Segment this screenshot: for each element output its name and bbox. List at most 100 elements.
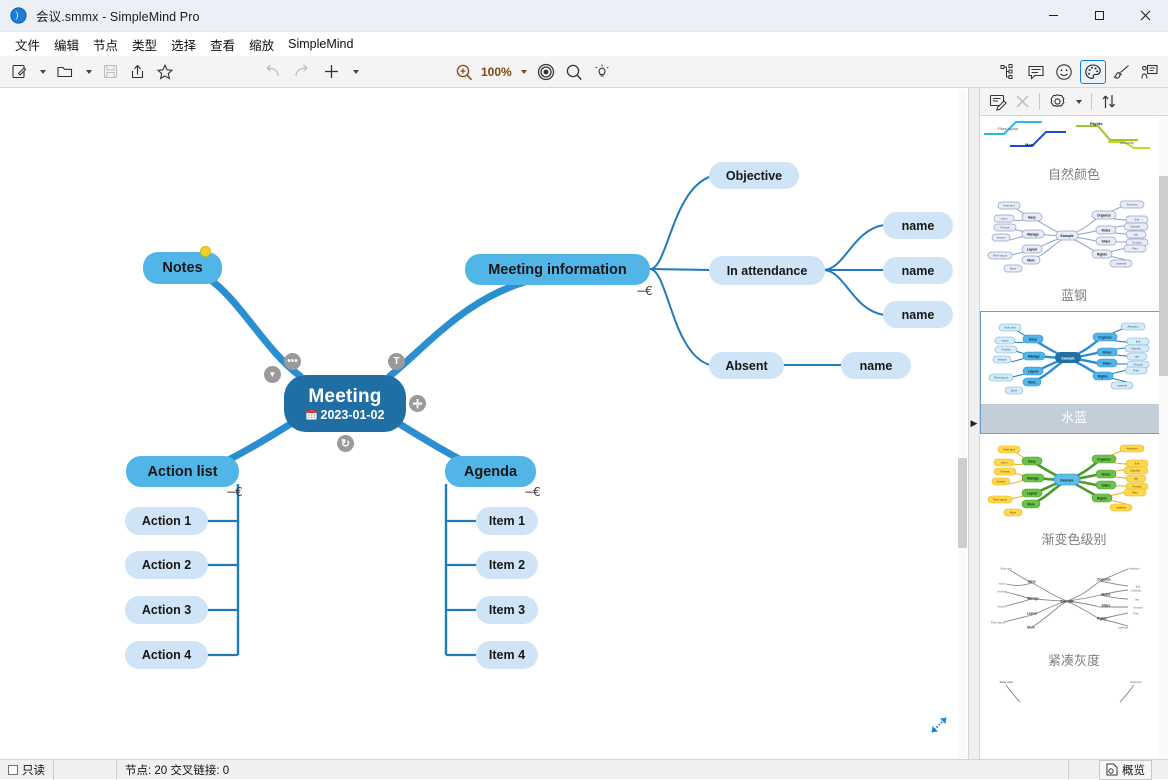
panel-scrollbar-thumb[interactable] (1159, 176, 1168, 376)
handle-rotate-icon[interactable]: ↻ (337, 435, 354, 452)
readonly-checkbox[interactable]: 只读 (0, 760, 53, 780)
svg-text:Layout: Layout (1027, 492, 1038, 496)
theme-item-bluesteel[interactable]: ExampleEasyManage LayoutMore OrganizeNot… (980, 190, 1168, 311)
collapse-handle-meeting-information[interactable]: −€ (636, 284, 652, 298)
open-folder-dropdown[interactable] (81, 60, 95, 84)
lightbulb-icon[interactable] (590, 60, 614, 84)
presentation-icon[interactable] (1138, 60, 1162, 84)
node-attendee-3[interactable]: name (883, 301, 953, 328)
menu-edit[interactable]: 编辑 (47, 33, 86, 56)
node-in-attendance[interactable]: In attendance (709, 256, 825, 285)
menu-simplemind[interactable]: SimpleMind (281, 35, 360, 53)
smiley-icon[interactable] (1052, 60, 1076, 84)
outline-icon[interactable] (996, 60, 1020, 84)
maximize-button[interactable] (1076, 0, 1122, 32)
node-item-3[interactable]: Item 3 (476, 596, 538, 624)
node-action-1-label: Action 1 (142, 514, 191, 528)
gear-dropdown[interactable] (1070, 91, 1086, 113)
node-attendee-2[interactable]: name (883, 257, 953, 284)
export-button[interactable] (126, 60, 149, 84)
handle-ellipsis-icon[interactable]: ••• (284, 353, 301, 370)
new-document-button[interactable] (8, 60, 31, 84)
zoom-dropdown[interactable] (516, 60, 530, 84)
close-icon[interactable] (1011, 91, 1034, 113)
theme-thumbnail-grayscale: Example EasyManage LayoutMore OrganizeNo… (980, 555, 1154, 647)
svg-text:Notes: Notes (1102, 593, 1111, 597)
palette-icon[interactable] (1080, 60, 1106, 84)
node-action-1[interactable]: Action 1 (125, 507, 208, 535)
redo-button[interactable] (289, 60, 315, 84)
sort-icon[interactable] (1097, 91, 1121, 113)
style-editor-icon[interactable] (985, 91, 1011, 113)
note-icon[interactable] (1024, 60, 1048, 84)
note-badge-icon[interactable] (200, 246, 211, 257)
menu-file[interactable]: 文件 (8, 33, 47, 56)
panel-splitter[interactable]: ▶ (968, 88, 980, 759)
menu-type[interactable]: 类型 (125, 33, 164, 56)
node-action-3[interactable]: Action 3 (125, 596, 208, 624)
node-agenda[interactable]: Agenda (445, 456, 536, 487)
handle-collapse-down-icon[interactable]: ▼ (264, 366, 281, 383)
close-button[interactable] (1122, 0, 1168, 32)
new-document-dropdown[interactable] (35, 60, 49, 84)
collapse-handle-action-list[interactable]: −€ (226, 485, 242, 499)
svg-text:Example: Example (1060, 600, 1073, 604)
svg-text:Attention: Attention (1130, 680, 1142, 684)
node-absent-1[interactable]: name (841, 352, 911, 379)
menu-node[interactable]: 节点 (86, 33, 125, 56)
undo-button[interactable] (259, 60, 285, 84)
node-notes[interactable]: Notes (143, 252, 222, 284)
svg-text:link: link (1135, 462, 1140, 466)
handle-topic-icon[interactable]: T (388, 353, 405, 370)
root-date: 2023-01-02 (306, 408, 385, 422)
svg-text:Format: Format (1133, 485, 1142, 489)
handle-add-icon[interactable]: ✛ (409, 395, 426, 412)
zoom-in-icon[interactable] (452, 60, 476, 84)
search-icon[interactable] (562, 60, 586, 84)
node-meeting-information[interactable]: Meeting information (465, 254, 650, 285)
node-action-list[interactable]: Action list (126, 456, 239, 487)
add-node-dropdown[interactable] (348, 60, 362, 84)
theme-item-next[interactable]: Note and Attention (980, 676, 1168, 706)
svg-text:Share: Share (1102, 604, 1111, 608)
menu-view[interactable]: 查看 (203, 33, 242, 56)
node-attendee-1[interactable]: name (883, 212, 953, 239)
handle-ellipsis-glyph: ••• (287, 356, 298, 367)
svg-text:Layout: Layout (1027, 612, 1038, 616)
node-item-4[interactable]: Item 4 (476, 641, 538, 669)
brush-icon[interactable] (1110, 60, 1134, 84)
svg-text:material: material (1118, 626, 1128, 630)
readonly-checkbox-box[interactable] (8, 765, 18, 775)
node-absent[interactable]: Absent (709, 352, 784, 379)
theme-item-grayscale[interactable]: Example EasyManage LayoutMore OrganizeNo… (980, 555, 1168, 676)
node-objective[interactable]: Objective (709, 162, 799, 189)
svg-text:Layout: Layout (1027, 248, 1038, 252)
star-icon[interactable] (153, 60, 177, 84)
collapse-handle-agenda[interactable]: −€ (524, 485, 540, 499)
theme-list[interactable]: Files layout More Rights security 自然颜色 (980, 116, 1168, 759)
overview-button[interactable]: 概览 (1099, 760, 1152, 780)
open-folder-button[interactable] (53, 60, 77, 84)
node-action-4[interactable]: Action 4 (125, 641, 208, 669)
add-node-button[interactable] (319, 60, 344, 84)
node-item-2[interactable]: Item 2 (476, 551, 538, 579)
theme-item-aqua[interactable]: Example EasyManage LayoutMore OrganizeNo… (980, 311, 1168, 434)
theme-item-gradient[interactable]: Example EasyManage LayoutMore OrganizeNo… (980, 434, 1168, 555)
mindmap-canvas[interactable]: Meeting 2023-01-02 ••• T ▼ ✛ ↻ (0, 88, 968, 759)
node-count-label: 节点: 20 交叉链接: 0 (117, 760, 237, 780)
svg-text:Organize: Organize (1097, 458, 1111, 462)
splitter-collapse-arrow[interactable]: ▶ (971, 418, 978, 429)
node-absent-1-label: name (860, 359, 893, 373)
save-button[interactable] (99, 60, 122, 84)
node-objective-label: Objective (726, 169, 782, 183)
node-meeting-root[interactable]: Meeting 2023-01-02 (284, 375, 406, 432)
node-item-1[interactable]: Item 1 (476, 507, 538, 535)
node-action-2[interactable]: Action 2 (125, 551, 208, 579)
svg-text:branch: branch (997, 236, 1006, 240)
gear-icon[interactable] (1045, 91, 1070, 113)
menu-select[interactable]: 选择 (164, 33, 203, 56)
menu-zoom[interactable]: 缩放 (242, 33, 281, 56)
theme-item-natural[interactable]: Files layout More Rights security 自然颜色 (980, 116, 1168, 190)
target-icon[interactable] (534, 60, 558, 84)
minimize-button[interactable] (1030, 0, 1076, 32)
